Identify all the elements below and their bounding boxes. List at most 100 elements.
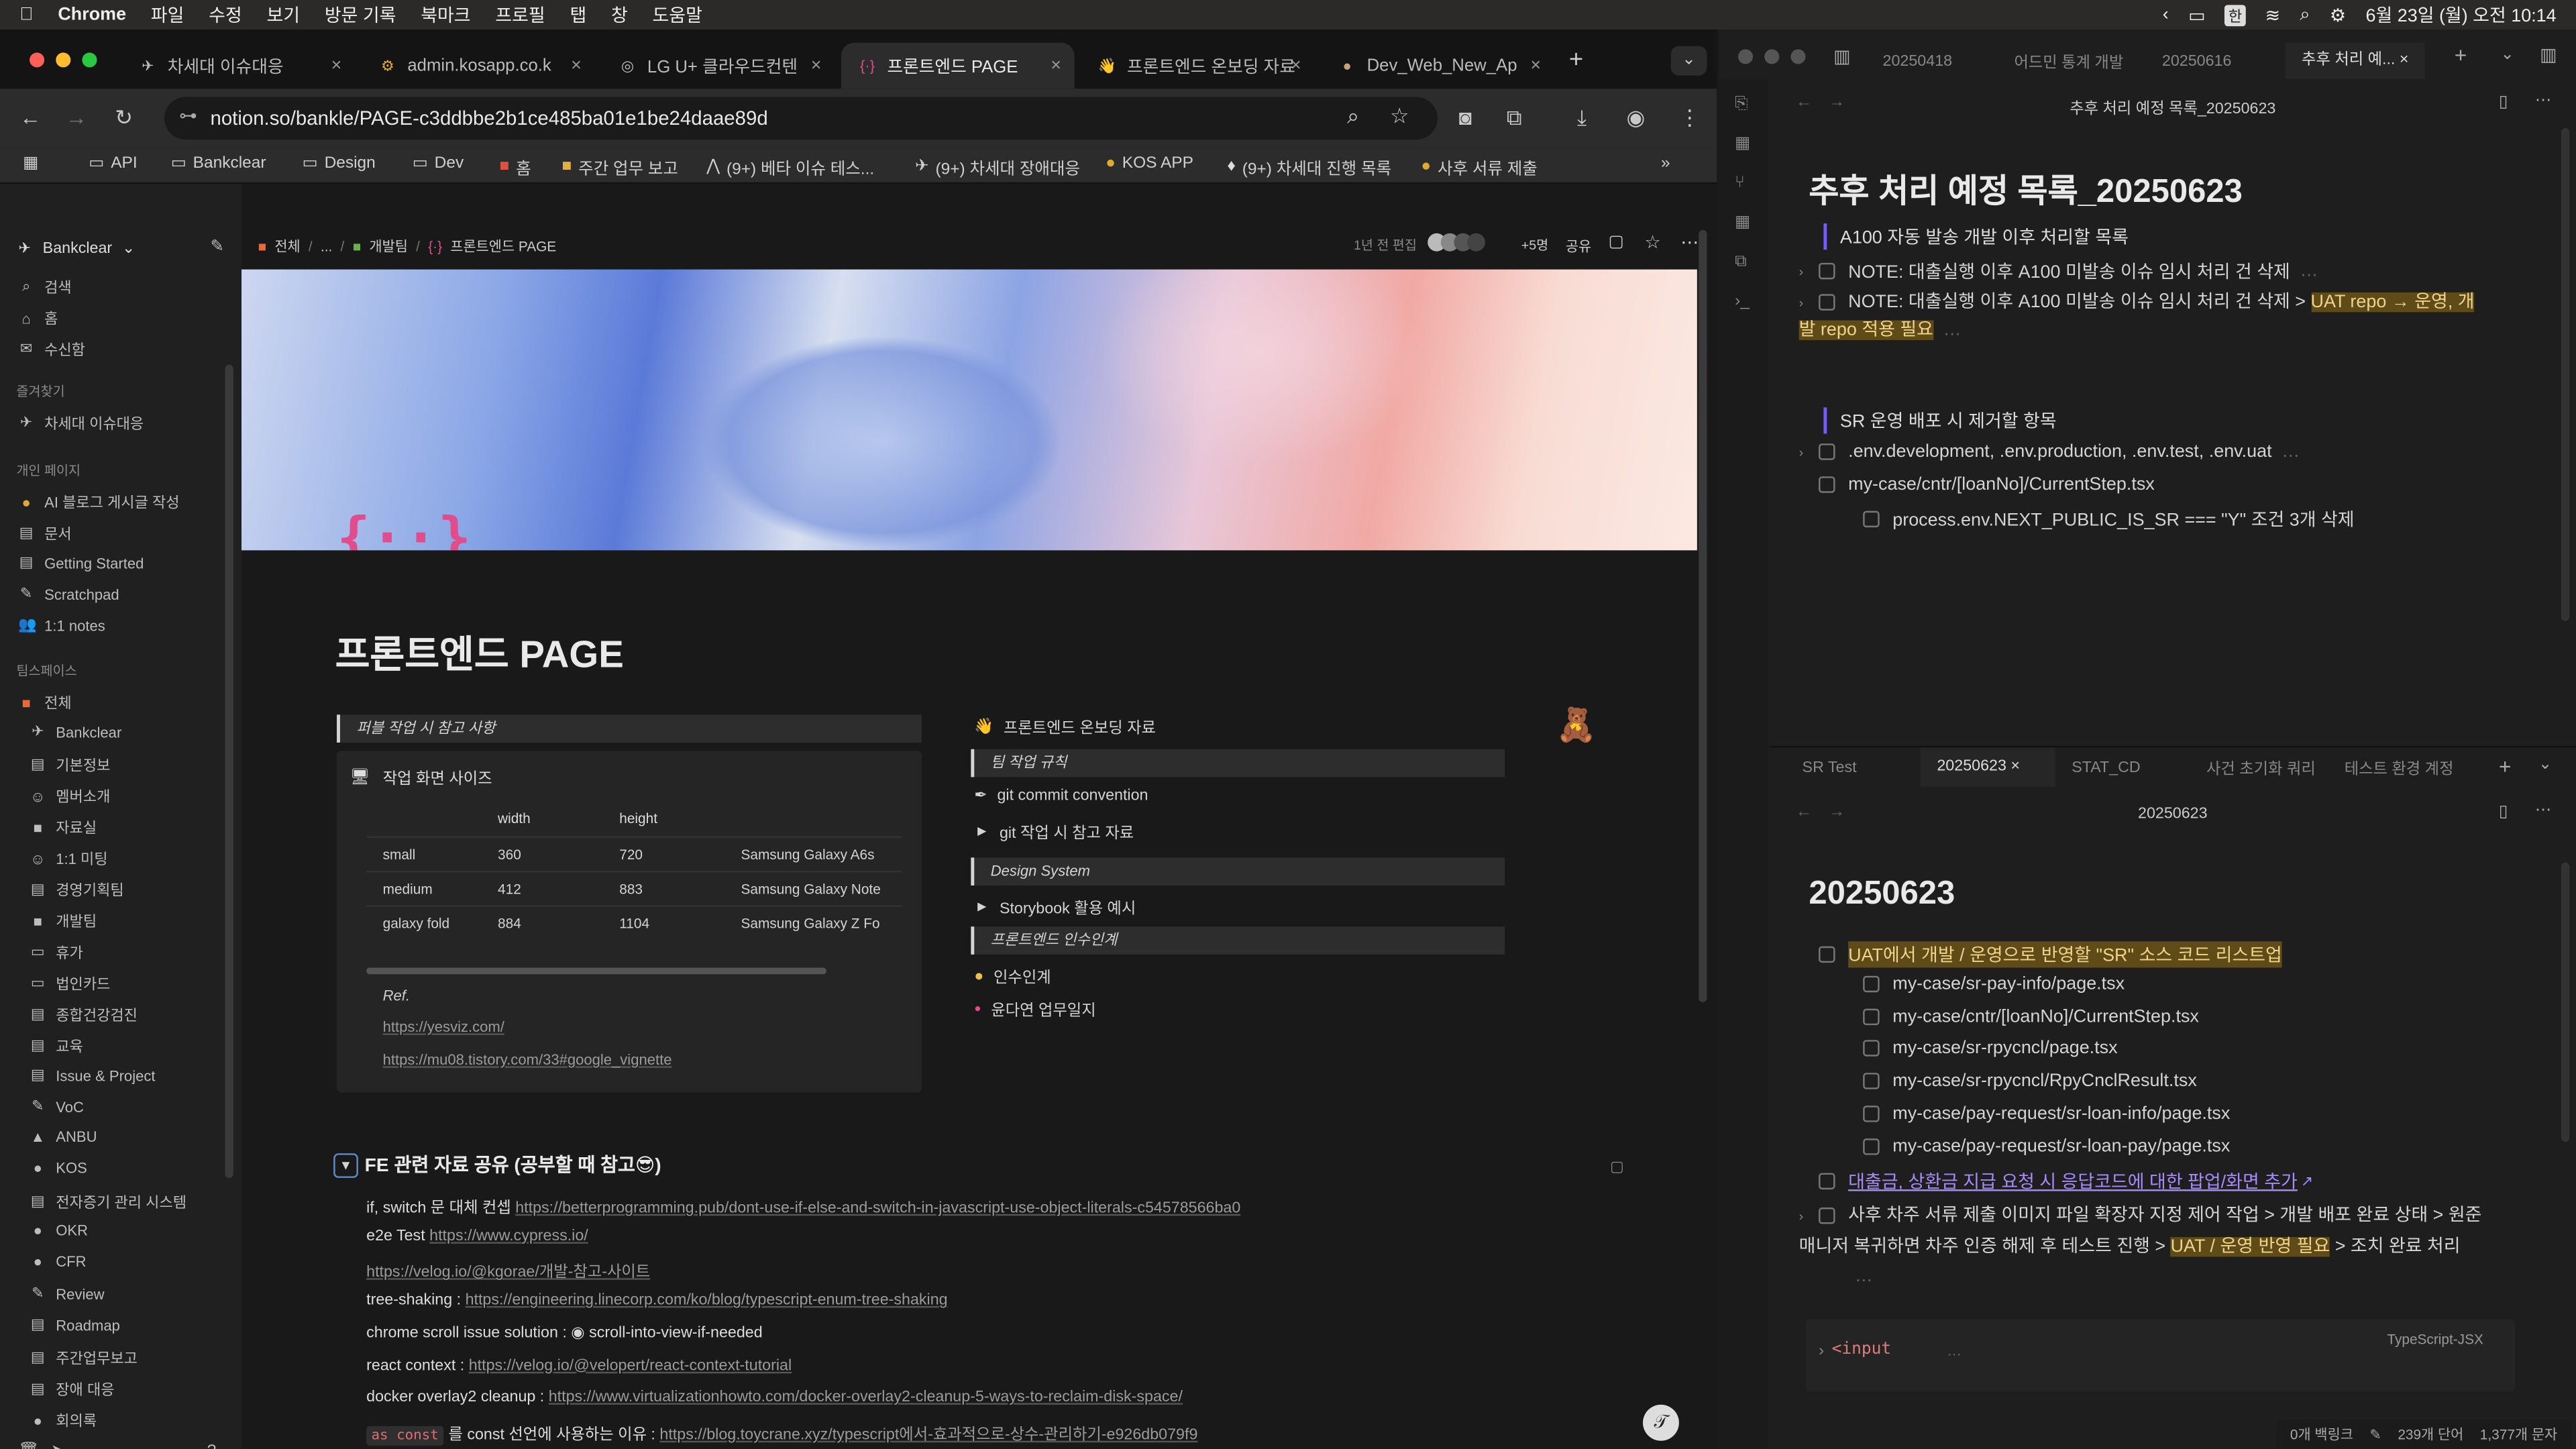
task-item[interactable]: my-case/pay-request/sr-loan-pay/page.tsx [1863, 1136, 2230, 1156]
control-center-icon[interactable]: ⚙ [2330, 4, 2346, 25]
chevron-down-icon[interactable]: ⌄ [2538, 756, 2553, 774]
apps-grid-icon[interactable]: ▦ [23, 154, 38, 172]
link-url[interactable]: https://velog.io/@kgorae/개발-참고-사이트 [366, 1264, 650, 1282]
menu-edit[interactable]: 수정 [209, 1, 242, 28]
handover-link[interactable]: ● 인수인계 [974, 965, 1051, 987]
breadcrumb-item[interactable]: ... [321, 238, 332, 254]
forward-arrow-icon[interactable]: → [66, 105, 87, 130]
backlink-count[interactable]: 0개 백링크 [2290, 1424, 2353, 1444]
close-tab-icon[interactable]: × [811, 56, 822, 75]
link-url[interactable]: https://betterprogramming.pub/dont-use-i… [515, 1199, 1240, 1218]
help-icon[interactable]: ? [207, 1442, 217, 1449]
sidebar-item[interactable]: ● AI 블로그 게시글 작성 [18, 491, 180, 513]
sidebar-item[interactable]: ▤ Getting Started [18, 553, 144, 572]
task-item[interactable]: my-case/pay-request/sr-loan-info/page.ts… [1863, 1104, 2230, 1124]
fe-toggle-heading[interactable]: ▼ FE 관련 자료 공유 (공부할 때 참고😎) [333, 1152, 661, 1178]
sidebar-item-team[interactable]: ● OKR [30, 1222, 88, 1238]
sidebar-item-team[interactable]: ▤ Issue & Project [30, 1066, 156, 1084]
ref-link[interactable]: https://mu08.tistory.com/33#google_vigne… [383, 1051, 672, 1067]
more-icon[interactable]: ⋯ [2535, 802, 2551, 820]
blocks-icon[interactable]: ▦ [1735, 213, 1750, 231]
page-title[interactable]: 프론트엔드 PAGE [335, 623, 624, 678]
storybook-toggle[interactable]: ▶ Storybook 활용 예시 [977, 896, 1136, 918]
sidebar-item-team[interactable]: ✎ VoC [30, 1097, 84, 1116]
tab-search-chevron-icon[interactable]: ⌄ [1670, 46, 1707, 76]
apple-icon[interactable]:  [19, 5, 33, 24]
bookmark-link[interactable]: ■ 주간 업무 보고 [562, 154, 678, 179]
minimize-window-button[interactable] [1764, 49, 1780, 64]
copy-icon[interactable]: ⧉ [1735, 253, 1746, 271]
sidebar-item-root[interactable]: ✈ Bankclear [30, 723, 121, 741]
avatar-stack[interactable] [1428, 233, 1507, 253]
menu-help[interactable]: 도움말 [653, 1, 702, 28]
reload-icon[interactable]: ↻ [115, 105, 133, 131]
table-cell[interactable]: 412 [498, 881, 521, 897]
right-sidebar-icon[interactable]: ▥ [2540, 44, 2557, 66]
doc-title[interactable]: 추후 처리 예정 목록_20250623 [1809, 164, 2242, 212]
notion-ai-icon[interactable]: 𝒯 [1643, 1404, 1679, 1441]
menu-profile[interactable]: 프로필 [495, 1, 545, 28]
checkbox[interactable] [1819, 1208, 1835, 1224]
close-tab-icon[interactable]: × [2400, 51, 2409, 69]
chevron-left-icon[interactable]: ‹ [2163, 5, 2169, 24]
bookmark-link[interactable]: ✈ (9+) 차세대 장애대응 [915, 154, 1080, 179]
back-arrow-icon[interactable]: ← [19, 105, 41, 130]
new-page-icon[interactable]: ✎ [210, 238, 224, 256]
handover-header[interactable]: 프론트엔드 인수인계 [971, 926, 1505, 955]
trash-icon[interactable]: 🗑 [18, 1442, 39, 1449]
reading-view-icon[interactable]: ▯ [2499, 804, 2508, 822]
sidebar-item[interactable]: ✎ Scratchpad [18, 585, 119, 603]
address-bar[interactable]: ⊶ notion.so/bankle/PAGE-c3ddbbe2b1ce485b… [164, 97, 1438, 140]
star-icon[interactable]: ☆ [1644, 231, 1660, 253]
site-info-icon[interactable]: ⊶ [179, 105, 197, 126]
edit-pencil-icon[interactable]: ✎ [2369, 1426, 2381, 1444]
checkbox[interactable] [1819, 262, 1835, 280]
bookmark-folder[interactable]: ▭ API [89, 154, 137, 172]
task-item[interactable]: › NOTE: 대출실행 이후 A100 미발송 이슈 임시 처리 건 삭제 > … [1799, 289, 2489, 345]
bookmark-link[interactable]: ● KOS APP [1106, 154, 1193, 172]
sidebar-toggle-icon[interactable]: ▥ [1833, 46, 1850, 67]
checkbox[interactable] [1819, 476, 1835, 493]
table-cell[interactable]: 1104 [619, 915, 649, 931]
comment-icon[interactable]: ▢ [1609, 233, 1624, 252]
code-language[interactable]: TypeScript-JSX [2387, 1331, 2483, 1347]
menu-kebab-icon[interactable]: ⋮ [1679, 105, 1701, 131]
table-cell[interactable]: 883 [619, 881, 643, 897]
section-heading[interactable]: SR 운영 배포 시 제거할 항목 [1823, 407, 2057, 434]
minimize-window-button[interactable] [56, 52, 71, 68]
workspace-switcher[interactable]: ✈ Bankclear ⌄ [16, 240, 135, 258]
doc-tab[interactable]: 사건 초기화 쿼리 [2190, 756, 2328, 779]
chevron-right-icon[interactable]: › [1799, 444, 1819, 459]
terminal-icon[interactable]: ›_ [1735, 292, 1750, 311]
sidebar-item-team[interactable]: ■ 개발팀 [30, 910, 97, 932]
url-text[interactable]: notion.so/bankle/PAGE-c3ddbbe2b1ce485ba0… [210, 107, 767, 129]
download-icon[interactable]: ⤓ [1577, 105, 1587, 131]
browser-tab[interactable]: ● Dev_Web_New_Ap × [1321, 43, 1554, 89]
task-item[interactable]: › 사후 차주 서류 제출 이미지 파일 확장자 지정 제어 작업 > 개발 배포… [1799, 1201, 2489, 1291]
task-item[interactable]: my-case/sr-rpycncl/RpyCnclResult.tsx [1863, 1071, 2197, 1091]
close-window-button[interactable] [30, 52, 45, 68]
checkbox[interactable] [1863, 1105, 1880, 1122]
menu-view[interactable]: 보기 [267, 1, 301, 28]
sidebar-item-team[interactable]: ▤ 기본정보 [30, 754, 111, 775]
profile-icon[interactable]: ◉ [1627, 105, 1646, 131]
sidebar-item[interactable]: 👥 1:1 notes [18, 616, 105, 634]
chevron-right-icon[interactable]: › [1799, 264, 1819, 278]
task-item[interactable]: my-case/cntr/[loanNo]/CurrentStep.tsx [1819, 475, 2155, 494]
sidebar-item-team[interactable]: ▤ 경영기획팀 [30, 879, 124, 900]
task-item[interactable]: process.env.NEXT_PUBLIC_IS_SR === "Y" 조건… [1863, 506, 2355, 532]
sidebar-item-team[interactable]: ▤ Roadmap [30, 1316, 120, 1334]
bookmark-folder[interactable]: ▭ Bankclear [171, 154, 266, 172]
close-tab-icon[interactable]: × [1530, 56, 1541, 75]
sidebar-item-all[interactable]: ■ 전체 [18, 692, 72, 713]
menu-history[interactable]: 방문 기록 [325, 1, 396, 28]
checkbox[interactable] [1863, 1008, 1880, 1025]
table-cell[interactable]: Samsung Galaxy A6s [741, 846, 874, 862]
sidebar-item-team[interactable]: ■ 자료실 [30, 816, 97, 838]
doc-tab[interactable]: 테스트 환경 계정 [2328, 756, 2475, 779]
share-button[interactable]: 공유 [1566, 237, 1591, 256]
battery-icon[interactable]: ▭ [2188, 4, 2205, 25]
task-item[interactable]: my-case/cntr/[loanNo]/CurrentStep.tsx [1863, 1006, 2199, 1026]
table-cell[interactable]: small [383, 846, 416, 862]
doc-tab[interactable]: 20250616 [2145, 52, 2285, 70]
